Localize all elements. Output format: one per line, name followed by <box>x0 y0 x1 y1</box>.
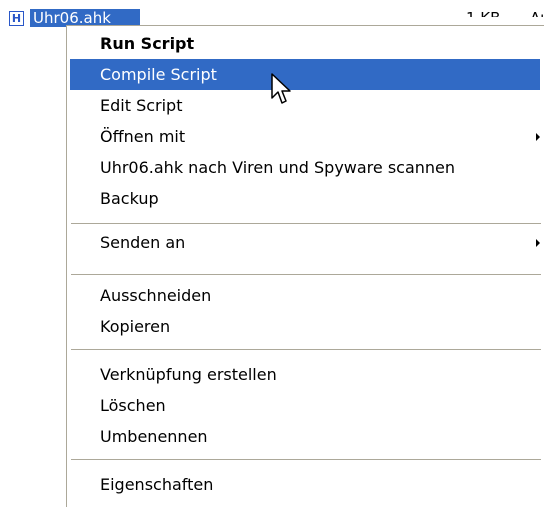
menu-item-rename[interactable]: Umbenennen <box>70 421 540 452</box>
menu-item-edit-script[interactable]: Edit Script <box>70 90 540 121</box>
menu-item-label: Ausschneiden <box>100 286 212 305</box>
submenu-arrow-icon <box>536 239 540 247</box>
submenu-arrow-icon <box>536 133 540 141</box>
menu-item-label: Öffnen mit <box>100 127 186 146</box>
menu-item-send-to[interactable]: Senden an <box>70 227 540 258</box>
menu-item-label: Uhr06.ahk nach Viren und Spyware scannen <box>100 158 456 177</box>
menu-item-cut[interactable]: Ausschneiden <box>70 280 540 311</box>
mouse-pointer-icon <box>271 73 291 104</box>
menu-item-label: Backup <box>100 189 159 208</box>
file-size: 1 KB <box>466 9 500 17</box>
menu-separator <box>71 349 541 350</box>
menu-item-delete[interactable]: Löschen <box>70 390 540 421</box>
menu-item-label: Eigenschaften <box>100 475 214 494</box>
menu-item-label: Compile Script <box>100 65 217 84</box>
file-row[interactable]: H Uhr06.ahk 1 KB AutoHotkey Script <box>0 0 544 28</box>
menu-item-virus-scan[interactable]: Uhr06.ahk nach Viren und Spyware scannen <box>70 152 540 183</box>
menu-separator <box>71 459 541 460</box>
menu-separator <box>71 223 541 224</box>
menu-item-label: Umbenennen <box>100 427 208 446</box>
menu-item-properties[interactable]: Eigenschaften <box>70 469 540 500</box>
menu-item-label: Senden an <box>100 233 186 252</box>
menu-item-open-with[interactable]: Öffnen mit <box>70 121 540 152</box>
menu-item-compile-script[interactable]: Compile Script <box>70 59 540 90</box>
menu-item-backup[interactable]: Backup <box>70 183 540 214</box>
menu-item-copy[interactable]: Kopieren <box>70 311 540 342</box>
menu-item-create-shortcut[interactable]: Verknüpfung erstellen <box>70 359 540 390</box>
ahk-file-icon: H <box>9 11 24 26</box>
menu-item-label: Run Script <box>100 34 195 53</box>
menu-separator <box>71 274 541 275</box>
menu-item-run-script[interactable]: Run Script <box>70 28 540 59</box>
menu-item-label: Löschen <box>100 396 166 415</box>
menu-item-label: Verknüpfung erstellen <box>100 365 277 384</box>
menu-item-label: Kopieren <box>100 317 171 336</box>
context-menu: Run Script Compile Script Edit Script Öf… <box>66 25 544 507</box>
menu-item-label: Edit Script <box>100 96 183 115</box>
file-type: AutoHotkey Script <box>530 9 544 17</box>
